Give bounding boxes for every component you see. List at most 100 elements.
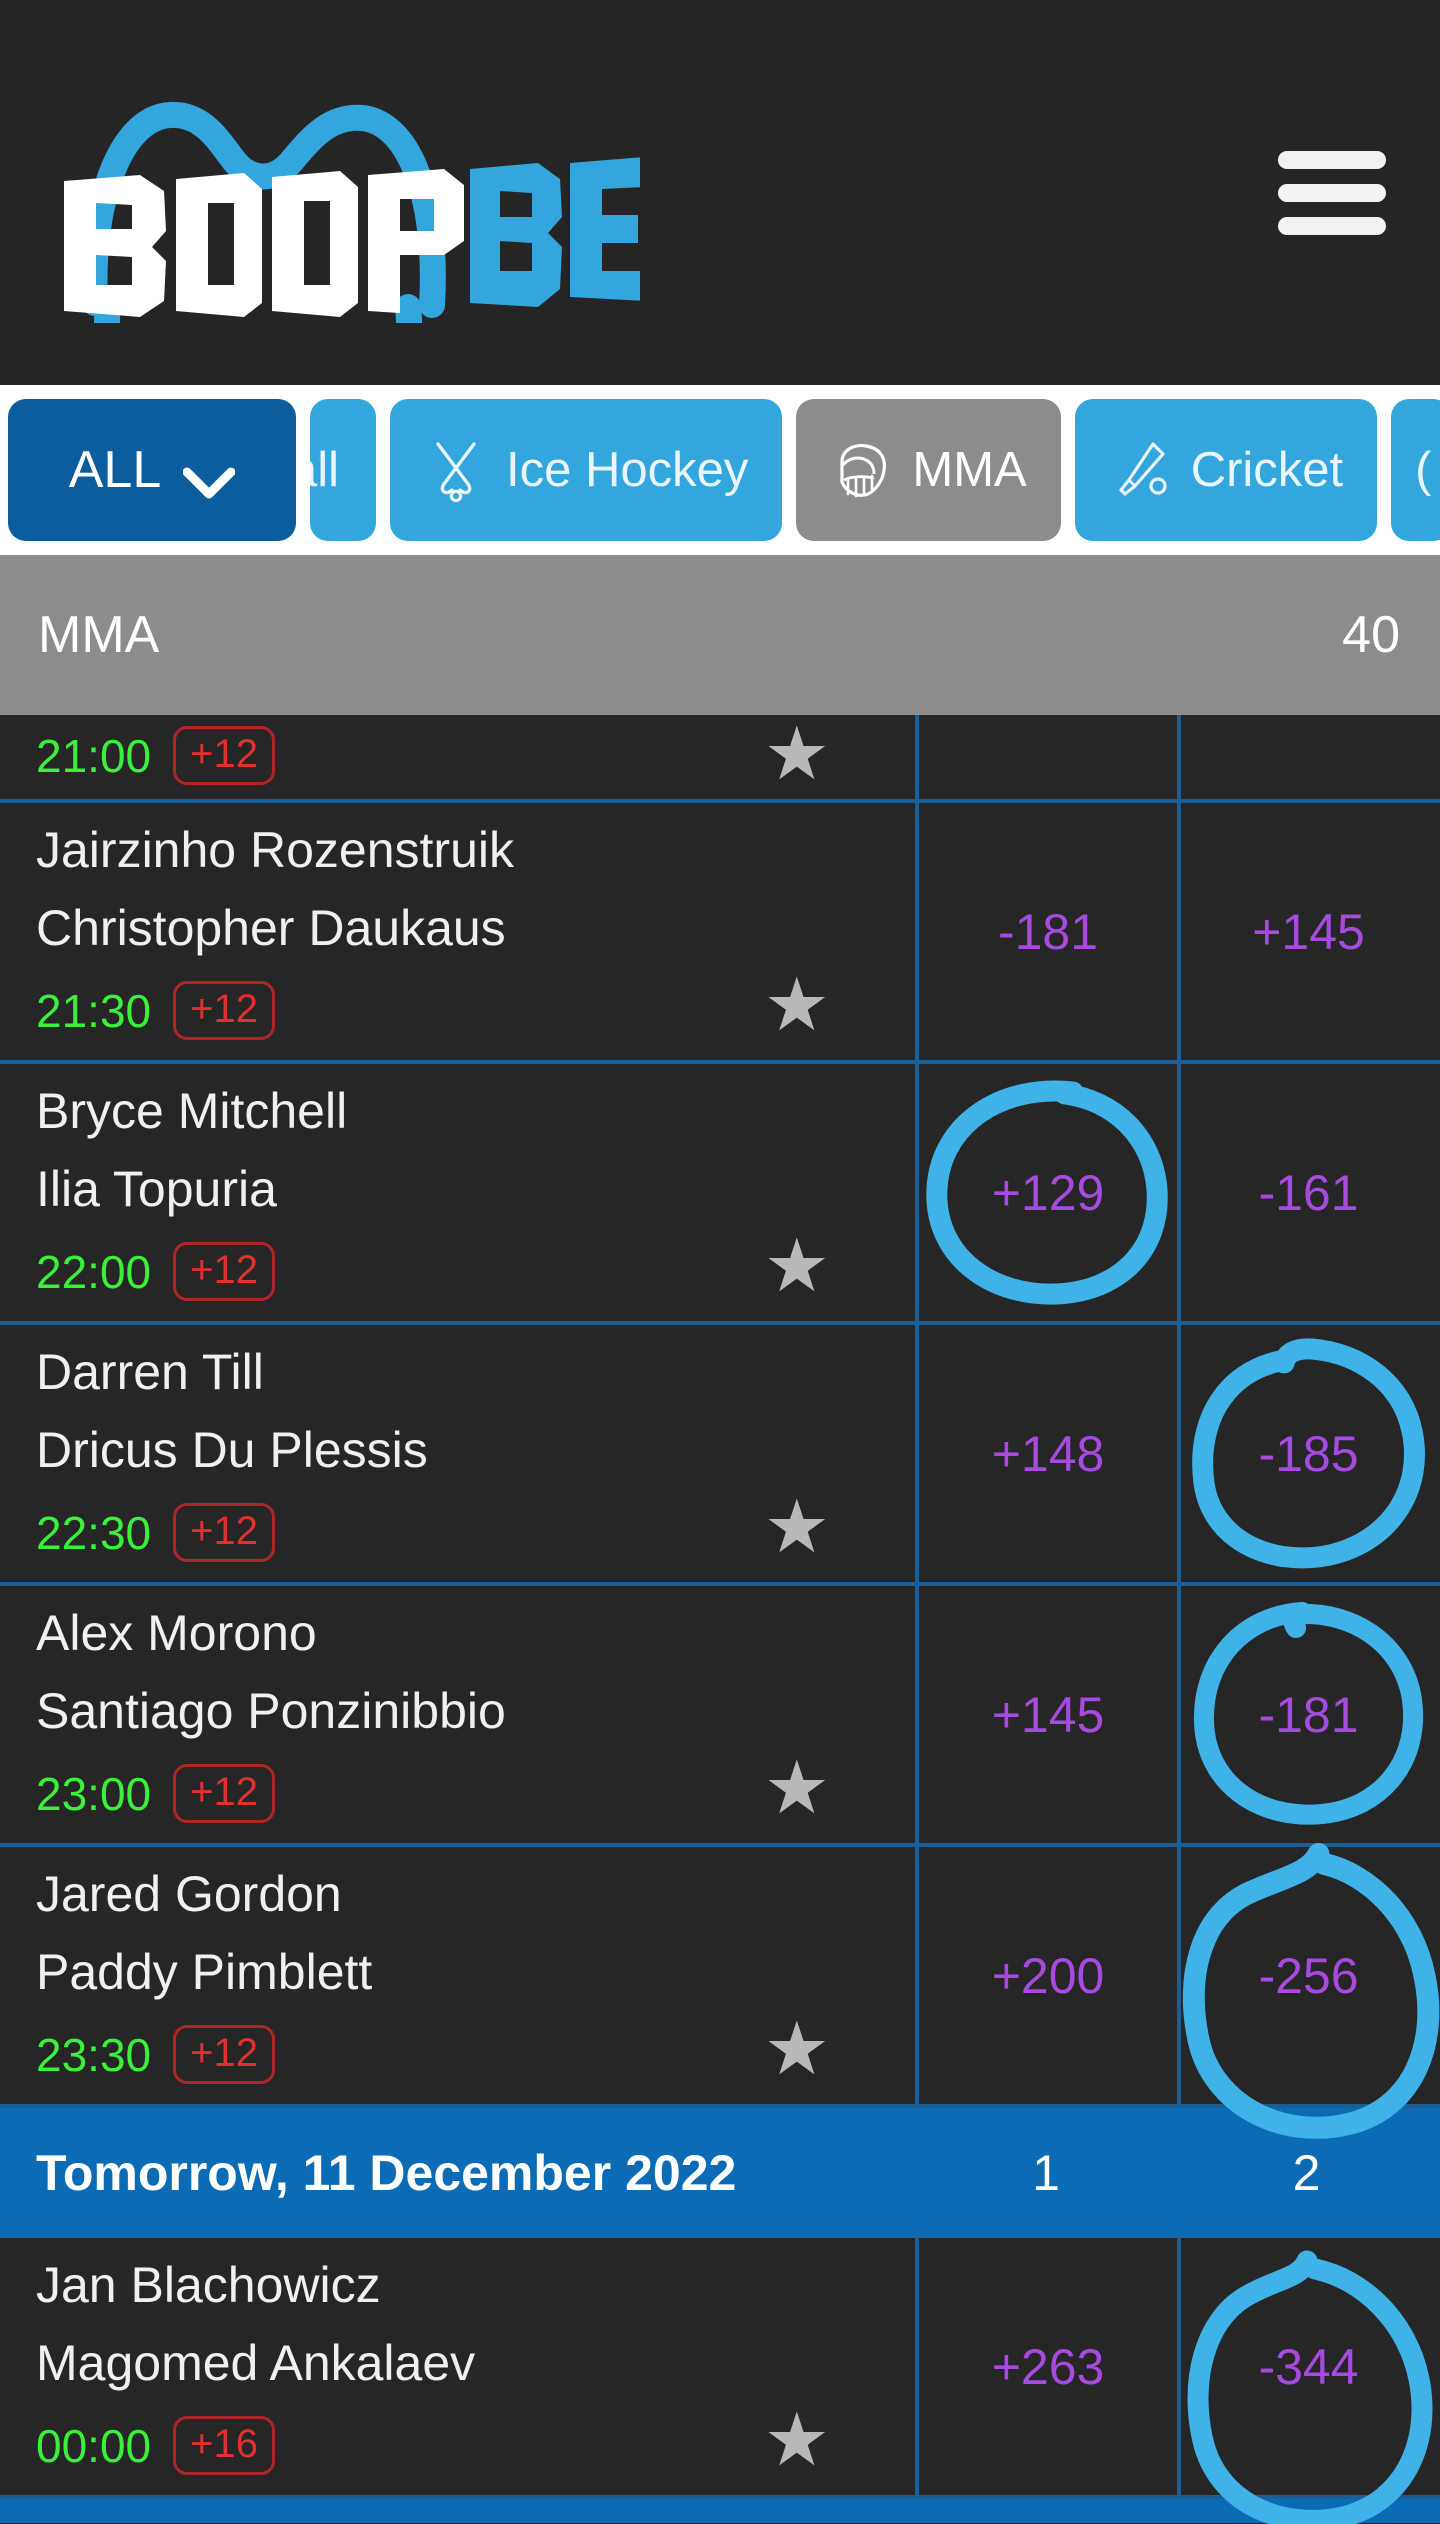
more-markets-badge[interactable]: +12: [173, 1503, 275, 1562]
league-count: 40: [1342, 606, 1400, 664]
star-icon[interactable]: ★: [764, 717, 830, 791]
odds-cell-away[interactable]: -185: [1177, 1325, 1436, 1582]
date-header-tomorrow: Tomorrow, 11 December 2022 1 2: [0, 2108, 1440, 2238]
event-info[interactable]: Alex Morono Santiago Ponzinibbio 23:00 +…: [0, 1586, 915, 1843]
chevron-down-icon: [182, 453, 236, 499]
away-competitor: Santiago Ponzinibbio: [36, 1683, 506, 1739]
odds-cell-home[interactable]: +263: [915, 2238, 1177, 2495]
odds-cell-home[interactable]: +200: [915, 1847, 1177, 2104]
odds-cell-home[interactable]: [915, 715, 1177, 799]
odds-value: +145: [991, 1686, 1105, 1743]
odds-cell-home[interactable]: +129: [915, 1064, 1177, 1321]
odds-value: -344: [1258, 2338, 1359, 2395]
kickoff-time: 21:30: [36, 984, 152, 1037]
league-header[interactable]: MMA 40: [0, 555, 1440, 715]
odds-cell-home[interactable]: +145: [915, 1586, 1177, 1843]
odds-value: -181: [997, 903, 1099, 960]
table-row[interactable]: Jan Blachowicz Magomed Ankalaev 00:00 +1…: [0, 2238, 1440, 2524]
odds-cell-away[interactable]: -161: [1177, 1064, 1436, 1321]
league-title: MMA: [38, 606, 160, 664]
event-info[interactable]: 21:00 +12 ★: [0, 715, 915, 799]
tab-label-ice-hockey: Ice Hockey: [506, 443, 749, 497]
star-icon[interactable]: ★: [764, 2403, 830, 2477]
table-row[interactable]: Darren Till Dricus Du Plessis 22:30 +12 …: [0, 1325, 1440, 1586]
home-competitor: Darren Till: [36, 1344, 264, 1400]
table-row[interactable]: 21:00 +12 ★: [0, 715, 1440, 803]
odds-value: +148: [991, 1425, 1105, 1482]
sidebar-item-football[interactable]: all: [310, 399, 376, 541]
hamburger-bar: [1278, 183, 1386, 202]
event-info[interactable]: Jared Gordon Paddy Pimblett 23:30 +12 ★: [0, 1847, 915, 2104]
more-markets-badge[interactable]: +12: [173, 981, 275, 1040]
odds-cell-away[interactable]: -256: [1177, 1842, 1439, 2139]
odds-cell-away[interactable]: -181: [1177, 1586, 1436, 1843]
odds-value: +263: [991, 2338, 1105, 2395]
kickoff-time: 21:00: [36, 729, 152, 782]
column-header-home: 1: [1032, 2145, 1060, 2201]
odds-cell-away[interactable]: [1177, 715, 1436, 799]
more-markets-badge[interactable]: +16: [173, 2416, 275, 2475]
tab-label-next-sport: (: [1415, 443, 1432, 497]
event-info[interactable]: Jan Blachowicz Magomed Ankalaev 00:00 +1…: [0, 2238, 915, 2495]
tab-label-cricket: Cricket: [1190, 443, 1344, 497]
away-competitor: Dricus Du Plessis: [36, 1422, 428, 1478]
home-competitor: Jan Blachowicz: [36, 2257, 381, 2313]
odds-value: -185: [1258, 1425, 1359, 1482]
star-icon[interactable]: ★: [764, 2012, 830, 2086]
home-competitor: Alex Morono: [36, 1605, 317, 1661]
all-sports-dropdown[interactable]: ALL: [8, 399, 296, 541]
sidebar-item-ice-hockey[interactable]: Ice Hockey: [390, 399, 783, 541]
odds-value: +200: [991, 1947, 1105, 2004]
odds-value: +145: [1252, 903, 1365, 960]
app-header: [0, 0, 1440, 385]
more-markets-badge[interactable]: +12: [173, 2025, 275, 2084]
table-row[interactable]: Bryce Mitchell Ilia Topuria 22:00 +12 ★ …: [0, 1064, 1440, 1325]
boopbet-logo[interactable]: [40, 63, 640, 323]
star-icon[interactable]: ★: [764, 968, 830, 1042]
star-icon[interactable]: ★: [764, 1490, 830, 1564]
away-competitor: Paddy Pimblett: [36, 1944, 373, 2000]
home-competitor: Bryce Mitchell: [36, 1083, 348, 1139]
sport-tabs-bar[interactable]: ALL all Ice Hockey: [0, 385, 1440, 555]
events-table-tomorrow: Jan Blachowicz Magomed Ankalaev 00:00 +1…: [0, 2238, 1440, 2524]
odds-cell-away[interactable]: +145: [1177, 803, 1436, 1060]
odds-cell-home[interactable]: -181: [915, 803, 1177, 1060]
star-icon[interactable]: ★: [764, 1751, 830, 1825]
sidebar-item-mma[interactable]: MMA: [796, 399, 1061, 541]
more-markets-badge[interactable]: +12: [173, 726, 275, 785]
odds-cell-home[interactable]: +148: [915, 1325, 1177, 1582]
away-competitor: Christopher Daukaus: [36, 900, 506, 956]
hamburger-menu-icon[interactable]: [1278, 150, 1386, 235]
all-sports-label: ALL: [68, 441, 162, 499]
event-info[interactable]: Bryce Mitchell Ilia Topuria 22:00 +12 ★: [0, 1064, 915, 1321]
sidebar-item-next-sport[interactable]: (: [1391, 399, 1440, 541]
kickoff-time: 22:30: [36, 1506, 152, 1559]
column-header-away: 2: [1292, 2145, 1321, 2201]
more-markets-badge[interactable]: +12: [173, 1242, 275, 1301]
star-icon[interactable]: ★: [764, 1229, 830, 1303]
away-competitor: Ilia Topuria: [36, 1161, 277, 1217]
tab-label-football: all: [310, 443, 340, 497]
tab-label-mma: MMA: [912, 443, 1027, 497]
event-info[interactable]: Darren Till Dricus Du Plessis 22:30 +12 …: [0, 1325, 915, 1582]
ice-hockey-sticks-icon: [424, 438, 488, 502]
event-info[interactable]: Jairzinho Rozenstruik Christopher Daukau…: [0, 803, 915, 1060]
kickoff-time: 23:00: [36, 1767, 152, 1820]
away-competitor: Magomed Ankalaev: [36, 2335, 476, 2391]
table-row[interactable]: Jairzinho Rozenstruik Christopher Daukau…: [0, 803, 1440, 1064]
home-competitor: Jared Gordon: [36, 1866, 342, 1922]
odds-value: -256: [1258, 1947, 1359, 2004]
odds-cell-away[interactable]: -344: [1177, 2238, 1436, 2524]
table-row[interactable]: Alex Morono Santiago Ponzinibbio 23:00 +…: [0, 1586, 1440, 1847]
kickoff-time: 23:30: [36, 2028, 152, 2081]
sidebar-item-cricket[interactable]: Cricket: [1074, 399, 1378, 541]
bottom-divider: [0, 2499, 1440, 2523]
hamburger-bar: [1278, 150, 1386, 169]
kickoff-time: 22:00: [36, 1245, 152, 1298]
app-root: ALL all Ice Hockey: [0, 0, 1440, 2524]
odds-value: -161: [1258, 1164, 1359, 1221]
more-markets-badge[interactable]: +12: [173, 1764, 275, 1823]
table-row[interactable]: Jared Gordon Paddy Pimblett 23:30 +12 ★ …: [0, 1842, 1440, 2139]
hamburger-bar: [1278, 216, 1386, 235]
kickoff-time: 00:00: [36, 2419, 152, 2472]
